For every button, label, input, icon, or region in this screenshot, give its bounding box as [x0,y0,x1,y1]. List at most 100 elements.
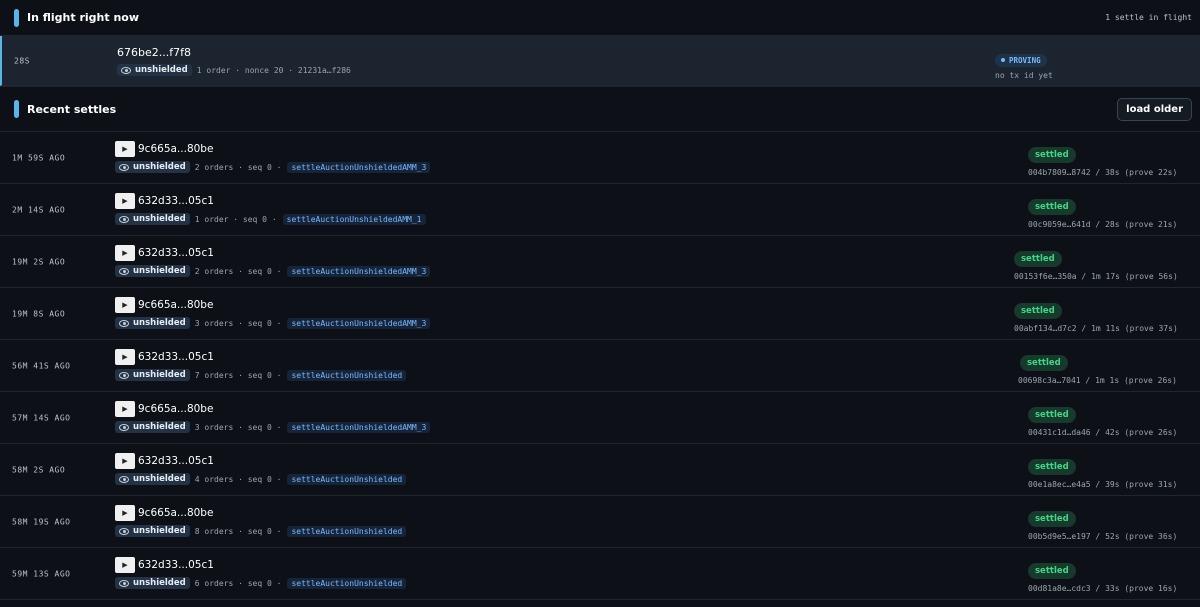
play-icon[interactable]: ▶ [115,401,135,417]
row-status: settled 00e1a8ec…e4a5 / 39s (prove 31s) [1028,454,1177,489]
eye-icon [119,527,129,535]
row-age: 59M 13S AGO [12,569,71,578]
function-badge[interactable]: settleAuctionUnshielded [287,525,407,537]
eye-icon [119,163,129,171]
table-row[interactable]: 58M 2S AGO ▶ 632d33...05c1 unshielded 4 … [0,444,1200,496]
row-tx: 00698c3a…7041 / 1m 1s (prove 26s) [1018,376,1177,385]
table-row[interactable]: 19M 2S AGO ▶ 632d33...05c1 unshielded 2 … [0,236,1200,288]
row-hash[interactable]: 632d33...05c1 [138,247,214,259]
table-row[interactable]: 2M 14S AGO ▶ 632d33...05c1 unshielded 1 … [0,184,1200,236]
function-badge[interactable]: settleAuctionUnshieldedAMM_3 [287,161,431,173]
table-row[interactable]: 1M 59S AGO ▶ 9c665a...80be unshielded 2 … [0,132,1200,184]
play-icon[interactable]: ▶ [115,297,135,313]
row-tx: 00431c1d…da46 / 42s (prove 26s) [1028,428,1178,437]
table-row[interactable]: 59M 13S AGO ▶ 632d33...05c1 unshielded 6… [0,548,1200,600]
settled-badge: settled [1028,147,1076,163]
row-age: 57M 14S AGO [12,413,71,422]
row-age: 58M 19S AGO [12,517,71,526]
recent-title: Recent settles [27,102,117,116]
function-badge[interactable]: settleAuctionUnshielded [287,369,407,381]
table-row[interactable]: 58M 19S AGO ▶ 9c665a...80be unshielded 8… [0,496,1200,548]
settled-badge: settled [1014,303,1062,319]
row-tx: 004b7809…8742 / 38s (prove 22s) [1028,168,1178,177]
unshielded-badge: unshielded [115,265,190,277]
function-badge[interactable]: settleAuctionUnshieldedAMM_1 [282,213,426,225]
play-icon[interactable]: ▶ [115,193,135,209]
row-hash[interactable]: 9c665a...80be [138,507,213,519]
row-age: 56M 41S AGO [12,361,71,370]
recent-list: 1M 59S AGO ▶ 9c665a...80be unshielded 2 … [0,132,1200,600]
row-hash[interactable]: 632d33...05c1 [138,559,214,571]
row-status: settled 00d81a8e…cdc3 / 33s (prove 16s) [1028,558,1177,593]
settled-badge: settled [1020,355,1068,371]
recent-title-wrap: Recent settles [14,100,116,118]
play-icon[interactable]: ▶ [115,505,135,521]
row-age: 58M 2S AGO [12,465,66,474]
eye-icon [119,423,129,431]
unshielded-badge: unshielded [115,369,190,381]
row-tx: 00e1a8ec…e4a5 / 39s (prove 31s) [1028,480,1178,489]
row-hash[interactable]: 9c665a...80be [138,299,213,311]
dot-icon [1001,58,1005,62]
function-badge[interactable]: settleAuctionUnshielded [287,473,407,485]
row-age: 19M 2S AGO [12,257,66,266]
table-row[interactable]: 19M 8S AGO ▶ 9c665a...80be unshielded 3 … [0,288,1200,340]
row-status: settled 004b7809…8742 / 38s (prove 22s) [1028,142,1177,177]
play-icon[interactable]: ▶ [115,453,135,469]
load-older-button[interactable]: load older [1117,97,1192,121]
row-orders: 4 orders · seq 0 · [194,474,282,484]
table-row[interactable]: 56M 41S AGO ▶ 632d33...05c1 unshielded 7… [0,340,1200,392]
unshielded-badge: unshielded [115,213,190,225]
row-hash[interactable]: 632d33...05c1 [138,195,214,207]
row-status: settled 00c9059e…641d / 28s (prove 21s) [1028,194,1177,229]
eye-icon [119,319,129,327]
table-row[interactable]: 57M 14S AGO ▶ 9c665a...80be unshielded 3… [0,392,1200,444]
row-orders: 6 orders · seq 0 · [194,578,282,588]
inflight-status: PROVING no tx id yet [995,47,1053,80]
eye-icon [119,475,129,483]
settled-badge: settled [1028,563,1076,579]
inflight-center: 676be2...f7f8 unshielded 1 order · nonce… [117,44,357,77]
unshielded-badge: unshielded [117,64,192,76]
settled-badge: settled [1014,251,1062,267]
function-badge[interactable]: settleAuctionUnshieldedAMM_3 [287,317,431,329]
row-orders: 8 orders · seq 0 · [194,526,282,536]
settled-badge: settled [1028,511,1076,527]
row-hash[interactable]: 632d33...05c1 [138,351,214,363]
eye-icon [119,371,129,379]
function-badge[interactable]: settleAuctionUnshieldedAMM_3 [287,265,431,277]
unshielded-badge: unshielded [115,473,190,485]
inflight-header: In flight right now 1 settle in flight [0,0,1200,36]
row-status: settled 00431c1d…da46 / 42s (prove 26s) [1028,402,1177,437]
inflight-count: 1 settle in flight [1105,13,1192,22]
unshielded-badge: unshielded [115,161,190,173]
inflight-row[interactable]: 28S 676be2...f7f8 unshielded 1 order · n… [0,36,1200,86]
row-age: 1M 59S AGO [12,153,66,162]
row-hash[interactable]: 632d33...05c1 [138,455,214,467]
row-status: settled 00abf134…d7c2 / 1m 11s (prove 37… [1014,298,1178,333]
play-icon[interactable]: ▶ [115,245,135,261]
row-orders: 1 order · seq 0 · [194,214,277,224]
function-badge[interactable]: settleAuctionUnshieldedAMM_3 [287,421,431,433]
row-hash[interactable]: 9c665a...80be [138,403,213,415]
accent-bar [14,8,19,27]
unshielded-badge: unshielded [115,525,190,537]
inflight-title: In flight right now [27,11,140,24]
inflight-hash[interactable]: 676be2...f7f8 [117,46,191,59]
row-orders: 2 orders · seq 0 · [194,266,282,276]
play-icon[interactable]: ▶ [115,349,135,365]
play-icon[interactable]: ▶ [115,141,135,157]
row-orders: 2 orders · seq 0 · [194,162,282,172]
eye-icon [121,66,131,74]
inflight-tx: no tx id yet [995,70,1053,80]
row-age: 19M 8S AGO [12,309,66,318]
row-hash[interactable]: 9c665a...80be [138,143,213,155]
inflight-meta: 1 order · nonce 20 · 21231a…f286 [196,65,351,75]
function-badge[interactable]: settleAuctionUnshielded [287,577,407,589]
play-icon[interactable]: ▶ [115,557,135,573]
inflight-title-wrap: In flight right now [14,8,140,27]
row-tx: 00b5d9e5…e197 / 52s (prove 36s) [1028,532,1178,541]
row-status: settled 00698c3a…7041 / 1m 1s (prove 26s… [1018,350,1177,385]
recent-header: Recent settles load older [0,86,1200,132]
eye-icon [119,267,129,275]
